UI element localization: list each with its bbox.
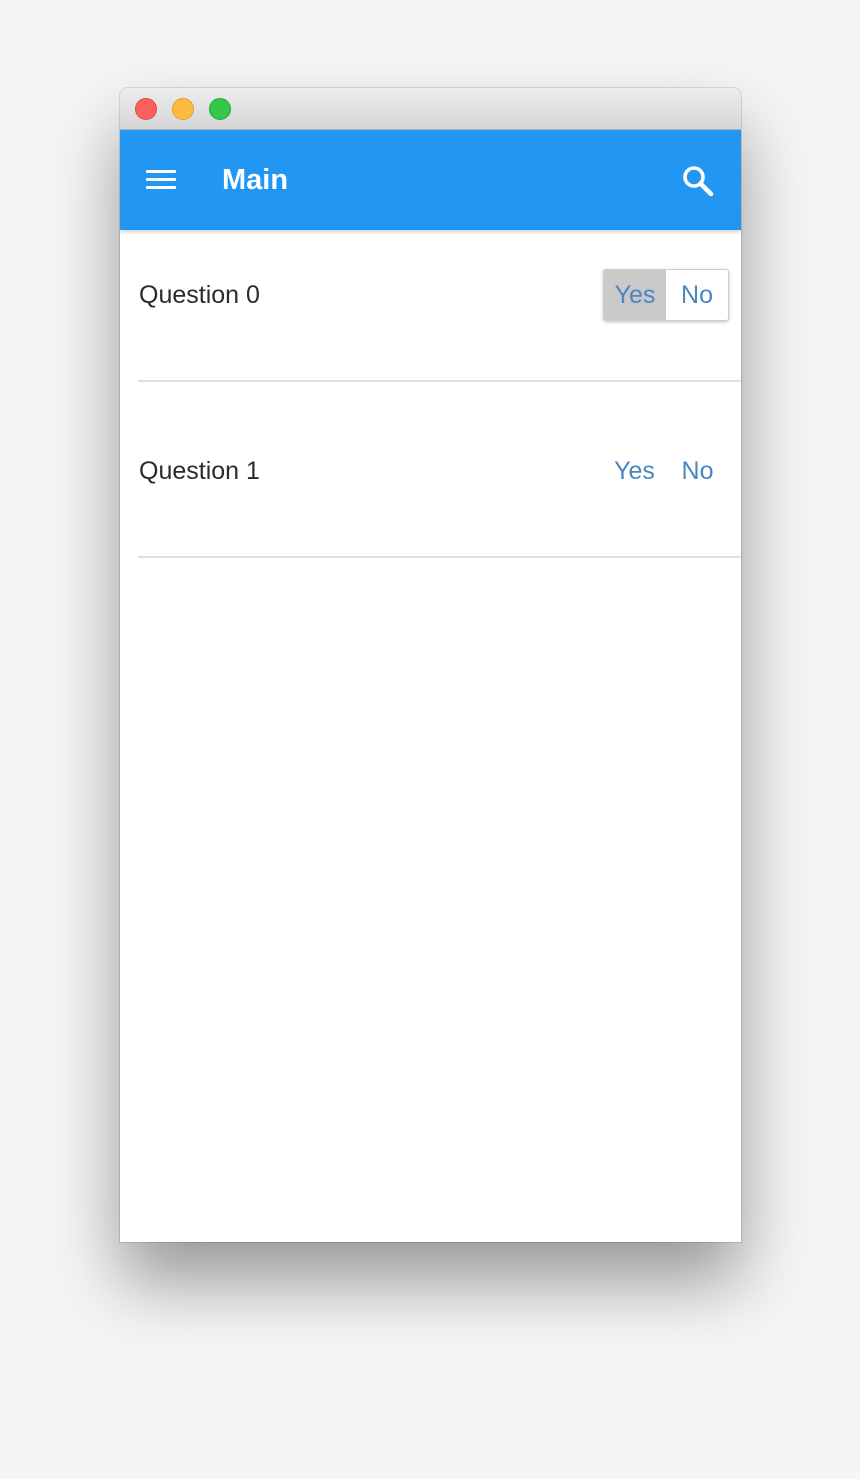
question-label: Question 0: [139, 281, 260, 309]
yes-button[interactable]: Yes: [604, 270, 666, 320]
minimize-window-button[interactable]: [172, 98, 194, 120]
close-window-button[interactable]: [135, 98, 157, 120]
page-title: Main: [222, 164, 289, 196]
question-row: Question 1 Yes No: [138, 406, 741, 558]
yes-button[interactable]: Yes: [603, 445, 666, 497]
window-titlebar[interactable]: [120, 88, 741, 130]
app-bar: Main: [120, 130, 741, 230]
no-button[interactable]: No: [666, 270, 728, 320]
yes-no-toggle: Yes No: [603, 269, 729, 321]
yes-no-toggle: Yes No: [603, 445, 729, 497]
app-window: Main Question 0 Yes No Question 1 Yes No: [120, 88, 741, 1242]
question-list: Question 0 Yes No Question 1 Yes No: [120, 230, 741, 1242]
no-button[interactable]: No: [666, 445, 729, 497]
question-row: Question 0 Yes No: [138, 230, 741, 382]
hamburger-menu-icon[interactable]: [146, 168, 176, 192]
search-icon[interactable]: [680, 163, 716, 199]
question-label: Question 1: [139, 457, 260, 485]
maximize-window-button[interactable]: [209, 98, 231, 120]
